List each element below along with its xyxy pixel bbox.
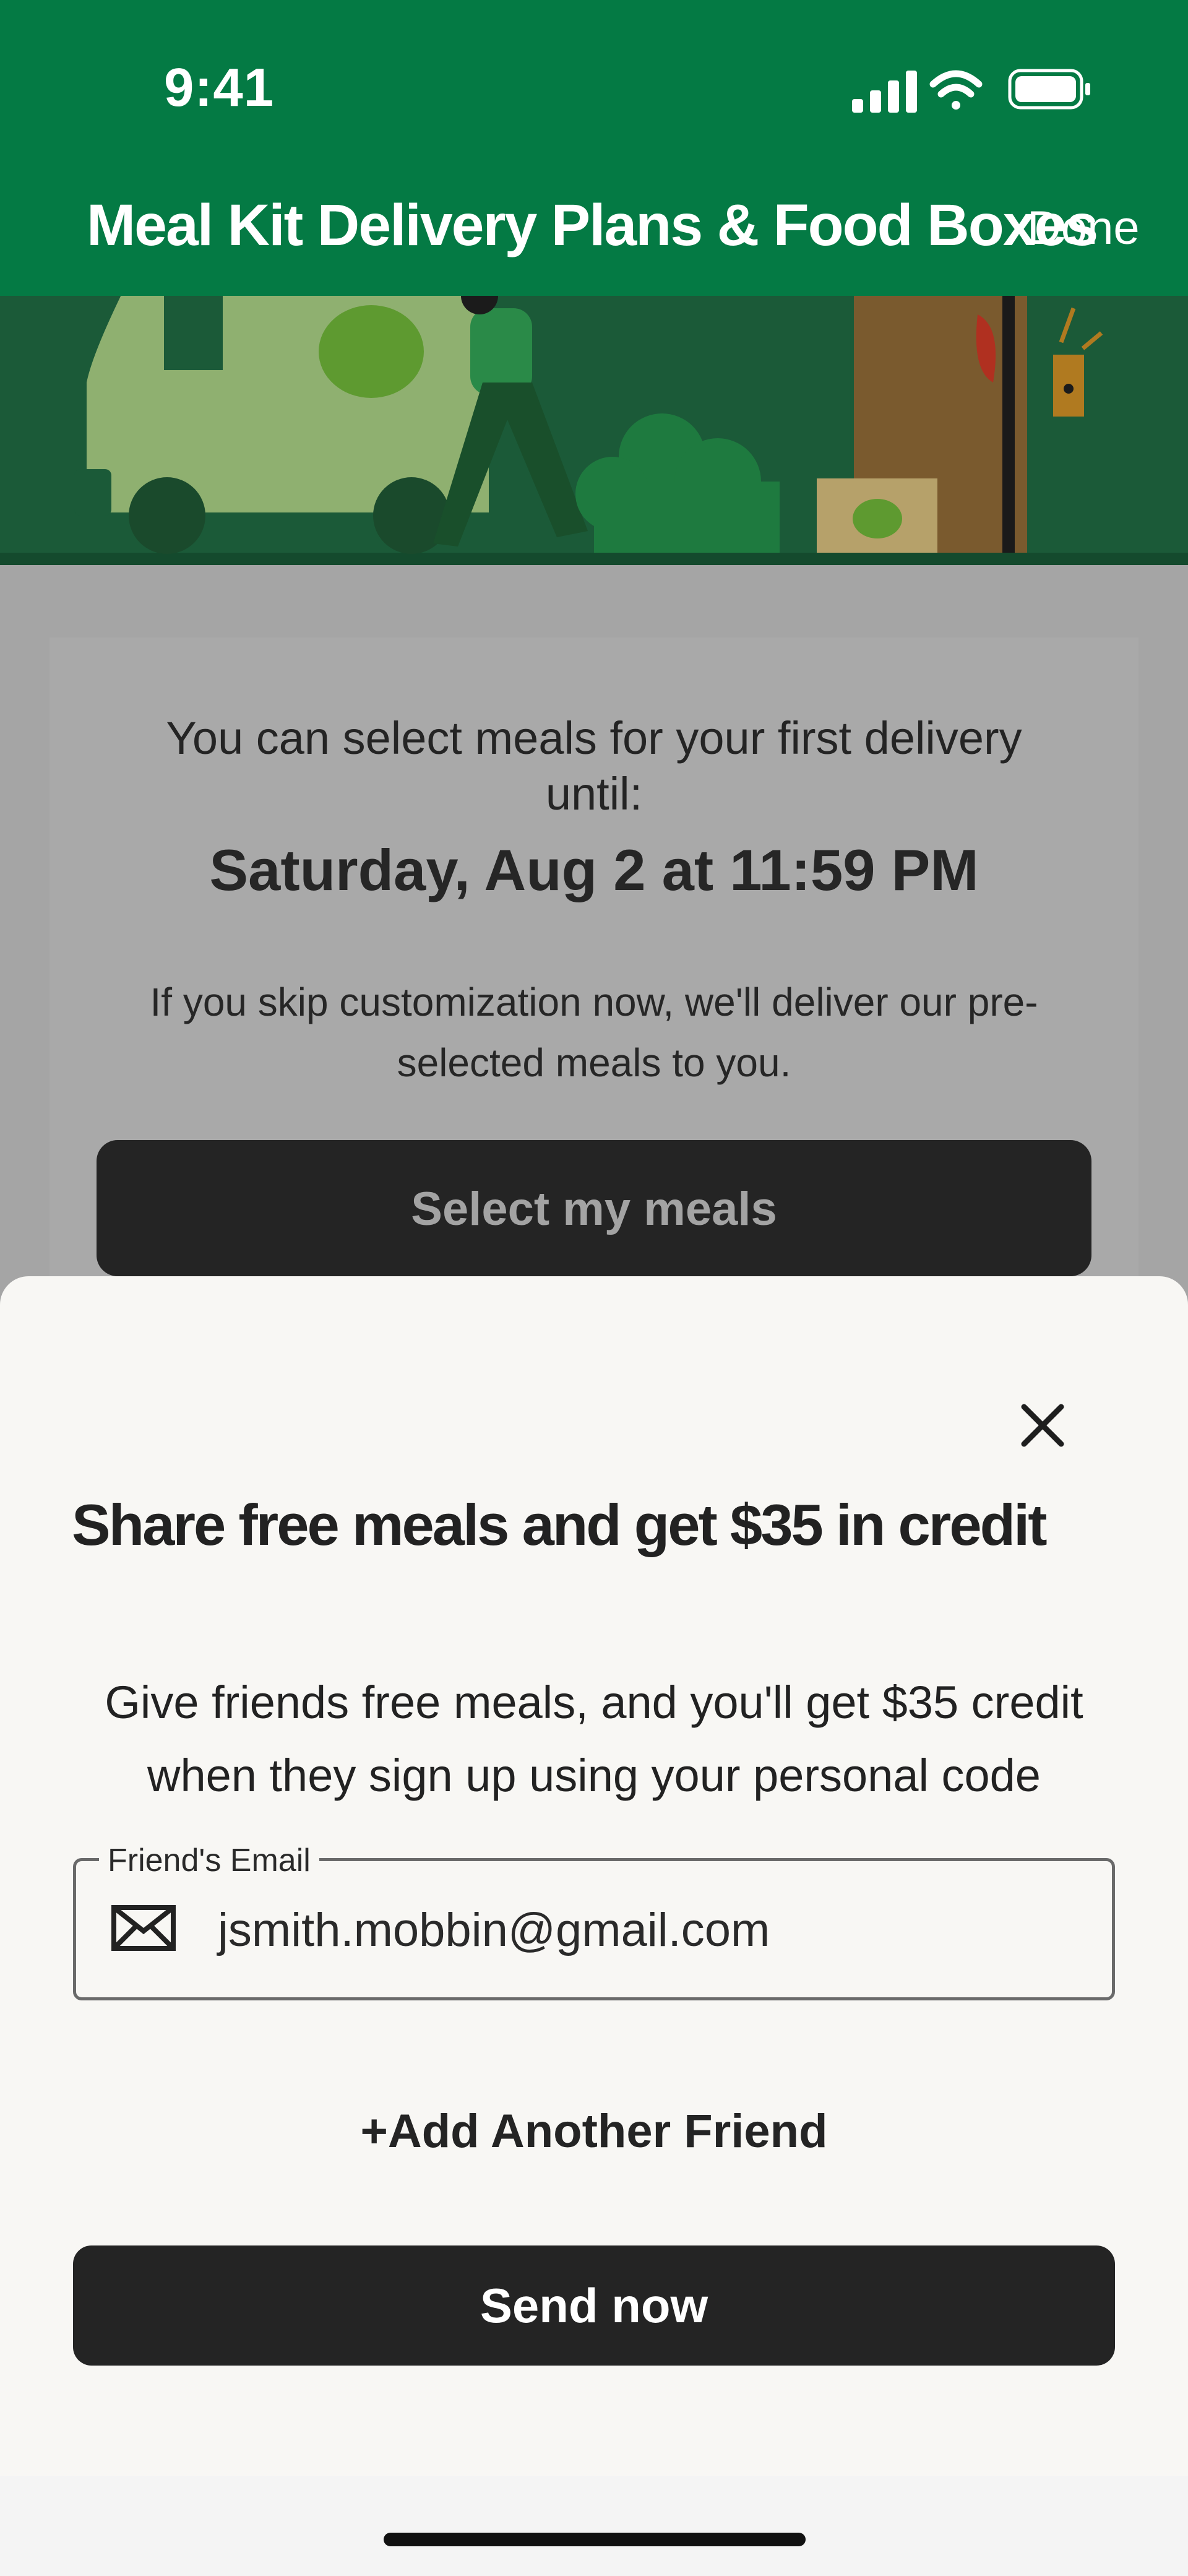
cutoff-date: Saturday, Aug 2 at 11:59 PM <box>209 837 979 902</box>
battery-icon <box>1008 69 1090 110</box>
hero-illustration <box>0 277 1188 574</box>
done-button[interactable]: Done <box>1027 201 1140 255</box>
close-button[interactable] <box>1015 1398 1070 1453</box>
friend-email-value[interactable]: jsmith.mobbin@gmail.com <box>218 1903 770 1957</box>
wifi-icon <box>929 70 983 110</box>
page-title: Meal Kit Delivery Plans & Food Boxes <box>87 192 1098 258</box>
app-header: 9:41 Meal Kit Delivery Plans & Food Boxe… <box>0 0 1188 296</box>
first-delivery-text: You can select meals for your first deli… <box>166 712 1022 819</box>
status-time: 9:41 <box>164 58 275 118</box>
signal-icon <box>852 71 917 113</box>
status-icons <box>848 67 1095 119</box>
send-now-button[interactable]: Send now <box>73 2245 1115 2366</box>
sheet-title: Share free meals and get $35 in credit <box>72 1492 1048 1557</box>
home-bar <box>0 2476 1188 2576</box>
select-meals-button[interactable]: Select my meals <box>97 1140 1091 1276</box>
add-another-friend-button[interactable]: +Add Another Friend <box>346 2104 842 2158</box>
friend-email-label: Friend's Email <box>99 1842 319 1879</box>
home-indicator[interactable] <box>384 2533 806 2546</box>
skip-customization-note: If you skip customization now, we'll del… <box>150 980 1038 1085</box>
sheet-description: Give friends free meals, and you'll get … <box>105 1677 1083 1801</box>
mail-icon <box>111 1905 176 1951</box>
close-icon <box>1021 1404 1064 1447</box>
